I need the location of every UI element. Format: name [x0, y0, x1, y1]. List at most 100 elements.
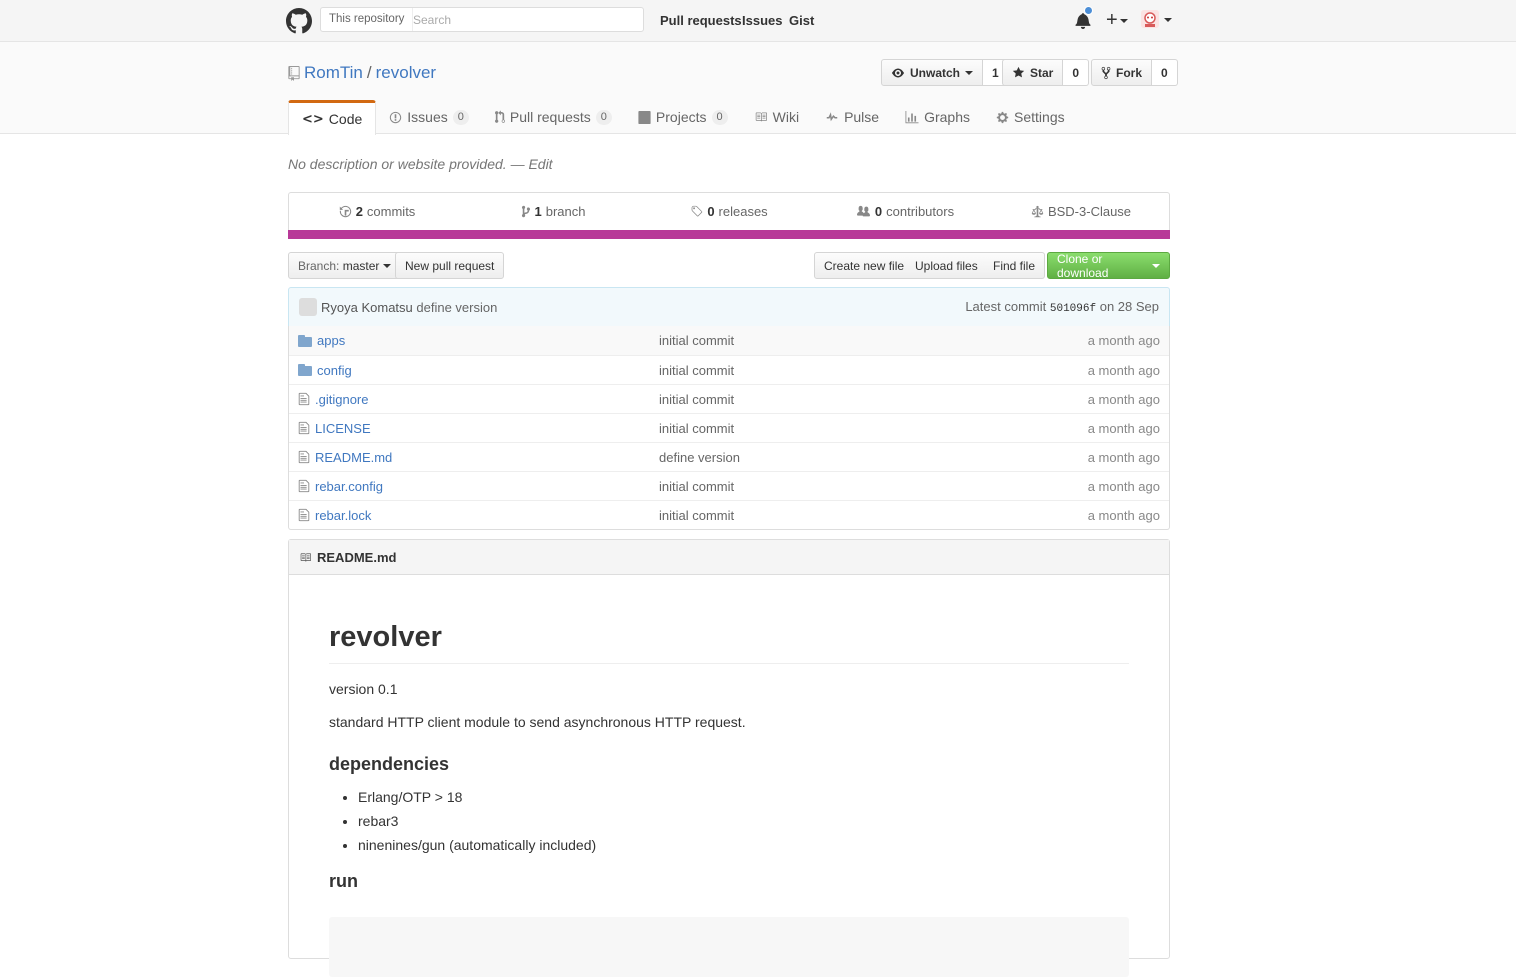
history-icon: [339, 205, 351, 218]
tab-projects-label: Projects: [655, 109, 707, 125]
releases-count: 0: [707, 204, 715, 219]
commit-author[interactable]: Ryoya Komatsu: [321, 300, 413, 315]
fork-count[interactable]: 0: [1152, 59, 1178, 86]
chevron-down-icon: [1152, 263, 1160, 268]
nav-issues[interactable]: Issues: [742, 13, 782, 28]
search-input[interactable]: [413, 8, 633, 31]
file-commit-message[interactable]: initial commit: [659, 421, 734, 436]
global-header: This repository Pull requests Issues Gis…: [0, 0, 1516, 42]
tab-settings[interactable]: Settings: [983, 100, 1078, 134]
file-age: a month ago: [1087, 420, 1160, 436]
tab-issues[interactable]: Issues 0: [376, 100, 482, 134]
file-name[interactable]: README.md: [315, 450, 392, 465]
nav-pull-requests[interactable]: Pull requests: [660, 13, 742, 28]
repo-description: No description or website provided. — Ed…: [288, 156, 553, 172]
commits-link[interactable]: 2 commits: [289, 204, 465, 219]
file-commit-message[interactable]: initial commit: [659, 508, 734, 523]
license-label: BSD-3-Clause: [1047, 204, 1132, 219]
file-name[interactable]: rebar.config: [315, 479, 383, 494]
file-commit-message[interactable]: initial commit: [659, 392, 734, 407]
latest-commit-label: Latest commit: [965, 299, 1047, 314]
file-name[interactable]: rebar.lock: [315, 508, 371, 523]
branch-select-button[interactable]: Branch: master: [288, 252, 401, 279]
repo-summary: 2 commits 1 branch 0 releases 0 contribu…: [288, 192, 1170, 239]
commits-count: 2: [355, 204, 363, 219]
description-text: No description or website provided.: [288, 156, 507, 172]
branch-label: branch: [545, 204, 586, 219]
tab-pulse[interactable]: Pulse: [812, 100, 892, 134]
book-icon: [755, 112, 767, 122]
readme-panel: README.md revolver version 0.1 standard …: [288, 539, 1170, 977]
find-file-button[interactable]: Find file: [984, 252, 1046, 279]
file-commit-message[interactable]: define version: [659, 450, 740, 465]
create-new-file-button[interactable]: Create new file: [814, 252, 915, 279]
folder-icon: [298, 364, 312, 376]
table-row: rebar.lock initial commit a month ago: [289, 500, 1169, 529]
contributors-link[interactable]: 0 contributors: [817, 204, 993, 219]
new-pull-request-button[interactable]: New pull request: [395, 252, 505, 279]
tab-wiki[interactable]: Wiki: [741, 100, 812, 134]
commit-message[interactable]: define version: [416, 300, 497, 315]
branches-link[interactable]: 1 branch: [465, 204, 641, 219]
contributors-label: contributors: [886, 204, 955, 219]
avatar[interactable]: [1141, 10, 1159, 28]
file-name[interactable]: LICENSE: [315, 421, 371, 436]
releases-label: releases: [718, 204, 768, 219]
avatar-dropdown-icon[interactable]: [1164, 18, 1172, 22]
tab-code[interactable]: <> Code: [288, 100, 377, 135]
folder-icon: [298, 334, 312, 347]
commit-sha[interactable]: 501096f: [1050, 303, 1096, 315]
file-name[interactable]: config: [317, 363, 352, 378]
file-age: a month ago: [1087, 507, 1160, 523]
file-age: a month ago: [1087, 478, 1160, 494]
clone-or-download-button[interactable]: Clone or download: [1047, 252, 1170, 280]
branch-icon: [521, 205, 530, 218]
tab-pull-requests-label: Pull requests: [509, 109, 591, 125]
readme-filename: README.md: [317, 549, 397, 565]
tab-issues-label: Issues: [407, 109, 448, 125]
file-list: apps initial commit a month ago config i…: [288, 326, 1170, 530]
file-commit-message[interactable]: initial commit: [659, 333, 734, 348]
file-commit-message[interactable]: initial commit: [659, 479, 734, 494]
tab-projects[interactable]: Projects 0: [625, 100, 741, 134]
chevron-down-icon: [1119, 18, 1128, 23]
language-bar[interactable]: [288, 230, 1170, 239]
tag-icon: [691, 205, 703, 217]
repo-owner-link[interactable]: RomTin: [304, 63, 363, 83]
nav-gist[interactable]: Gist: [789, 13, 814, 28]
repo-name-link[interactable]: revolver: [376, 63, 436, 83]
star-button[interactable]: Star: [1002, 59, 1064, 86]
create-new-dropdown[interactable]: +: [1106, 8, 1128, 32]
star-label: Star: [1030, 65, 1054, 80]
star-count[interactable]: 0: [1063, 59, 1090, 86]
chevron-down-icon: [965, 70, 974, 75]
edit-description-link[interactable]: — Edit: [511, 156, 553, 172]
tab-graphs[interactable]: Graphs: [892, 100, 983, 134]
file-age: a month ago: [1087, 391, 1160, 407]
file-name[interactable]: apps: [317, 333, 345, 348]
tab-issues-count: 0: [452, 109, 469, 125]
repo-title: RomTin / revolver: [288, 63, 436, 83]
table-row: LICENSE initial commit a month ago: [289, 413, 1169, 442]
tab-pull-requests[interactable]: Pull requests 0: [482, 100, 625, 134]
fork-button[interactable]: Fork: [1091, 59, 1153, 86]
tab-pull-requests-count: 0: [595, 109, 612, 125]
commit-author-avatar[interactable]: [299, 298, 317, 316]
upload-files-button[interactable]: Upload files: [906, 252, 988, 279]
unwatch-button[interactable]: Unwatch: [881, 59, 984, 86]
notification-indicator: [1084, 6, 1093, 15]
github-logo-icon[interactable]: [286, 8, 312, 34]
chevron-down-icon: [382, 263, 391, 268]
watch-group: Unwatch 1: [881, 59, 1009, 86]
releases-link[interactable]: 0 releases: [641, 204, 817, 219]
readme-book-icon: [300, 552, 311, 562]
tab-settings-label: Settings: [1014, 109, 1065, 125]
file-icon: [298, 421, 310, 435]
search-box[interactable]: This repository: [320, 7, 644, 32]
star-group: Star 0: [1002, 59, 1090, 86]
license-link[interactable]: BSD-3-Clause: [993, 204, 1169, 219]
unwatch-label: Unwatch: [910, 65, 961, 80]
file-commit-message[interactable]: initial commit: [659, 363, 734, 378]
file-name[interactable]: .gitignore: [315, 392, 368, 407]
tab-code-label: Code: [328, 111, 363, 127]
